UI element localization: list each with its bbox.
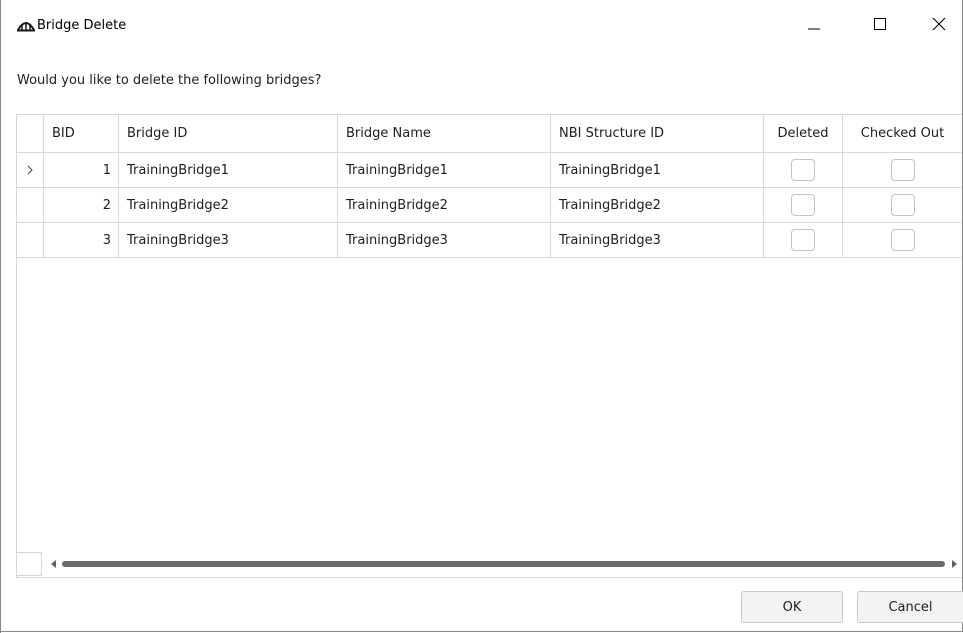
row-selector[interactable]: [17, 188, 44, 223]
cell-deleted: [764, 188, 843, 223]
maximize-button[interactable]: [857, 0, 903, 48]
cell-nbi-structure-id[interactable]: TrainingBridge3: [551, 223, 764, 258]
cell-checked-out: [843, 223, 962, 258]
column-header-bridge-id[interactable]: Bridge ID: [119, 115, 338, 153]
ok-button[interactable]: OK: [741, 591, 843, 623]
table-row[interactable]: 1 TrainingBridge1 TrainingBridge1 Traini…: [17, 153, 962, 188]
cell-checked-out: [843, 188, 962, 223]
bridge-delete-dialog: Bridge Delete Would you like to delete t…: [0, 0, 963, 632]
checked-out-checkbox[interactable]: [890, 229, 915, 251]
column-header-checked-out[interactable]: Checked Out: [843, 115, 962, 153]
row-selector[interactable]: [17, 153, 44, 188]
column-header-deleted[interactable]: Deleted: [764, 115, 843, 153]
table-row[interactable]: 3 TrainingBridge3 TrainingBridge3 Traini…: [17, 223, 962, 258]
scrollbar-corner: [16, 552, 42, 576]
prompt-text: Would you like to delete the following b…: [17, 73, 322, 88]
horizontal-scrollbar[interactable]: [42, 552, 961, 576]
cell-bridge-id[interactable]: TrainingBridge1: [119, 153, 338, 188]
cell-nbi-structure-id[interactable]: TrainingBridge2: [551, 188, 764, 223]
title-bar[interactable]: Bridge Delete: [1, 0, 962, 48]
deleted-checkbox[interactable]: [791, 229, 815, 251]
table-row[interactable]: 2 TrainingBridge2 TrainingBridge2 Traini…: [17, 188, 962, 223]
window-title: Bridge Delete: [37, 18, 127, 33]
cell-bridge-id[interactable]: TrainingBridge2: [119, 188, 338, 223]
close-button[interactable]: [916, 0, 962, 48]
cell-deleted: [764, 153, 843, 188]
column-header-nbi-structure-id[interactable]: NBI Structure ID: [551, 115, 764, 153]
scroll-right-icon[interactable]: [952, 560, 957, 568]
cell-checked-out: [843, 153, 962, 188]
minimize-button[interactable]: [791, 0, 837, 48]
checked-out-checkbox[interactable]: [890, 194, 915, 216]
cell-bridge-name[interactable]: TrainingBridge1: [338, 153, 551, 188]
cell-bridge-id[interactable]: TrainingBridge3: [119, 223, 338, 258]
cell-bridge-name[interactable]: TrainingBridge2: [338, 188, 551, 223]
maximize-icon: [874, 18, 886, 30]
column-header-bridge-name[interactable]: Bridge Name: [338, 115, 551, 153]
scroll-left-icon[interactable]: [51, 560, 56, 568]
row-selector[interactable]: [17, 223, 44, 258]
cell-bid[interactable]: 3: [44, 223, 119, 258]
cell-bid[interactable]: 1: [44, 153, 119, 188]
deleted-checkbox[interactable]: [791, 159, 815, 181]
checked-out-checkbox[interactable]: [890, 159, 915, 181]
close-icon: [932, 17, 946, 31]
minimize-icon: [808, 28, 820, 30]
column-header-bid[interactable]: BID: [44, 115, 119, 153]
deleted-checkbox[interactable]: [791, 194, 815, 216]
cell-bridge-name[interactable]: TrainingBridge3: [338, 223, 551, 258]
bridge-icon: [17, 22, 35, 32]
cell-deleted: [764, 223, 843, 258]
cancel-button[interactable]: Cancel: [857, 591, 963, 623]
scrollbar-thumb[interactable]: [62, 561, 945, 567]
chevron-right-icon: [27, 165, 33, 175]
cell-nbi-structure-id[interactable]: TrainingBridge1: [551, 153, 764, 188]
bridges-grid[interactable]: BID Bridge ID Bridge Name NBI Structure …: [16, 114, 962, 578]
cell-bid[interactable]: 2: [44, 188, 119, 223]
header-row-selector: [17, 115, 44, 153]
grid-header-row: BID Bridge ID Bridge Name NBI Structure …: [17, 115, 962, 153]
